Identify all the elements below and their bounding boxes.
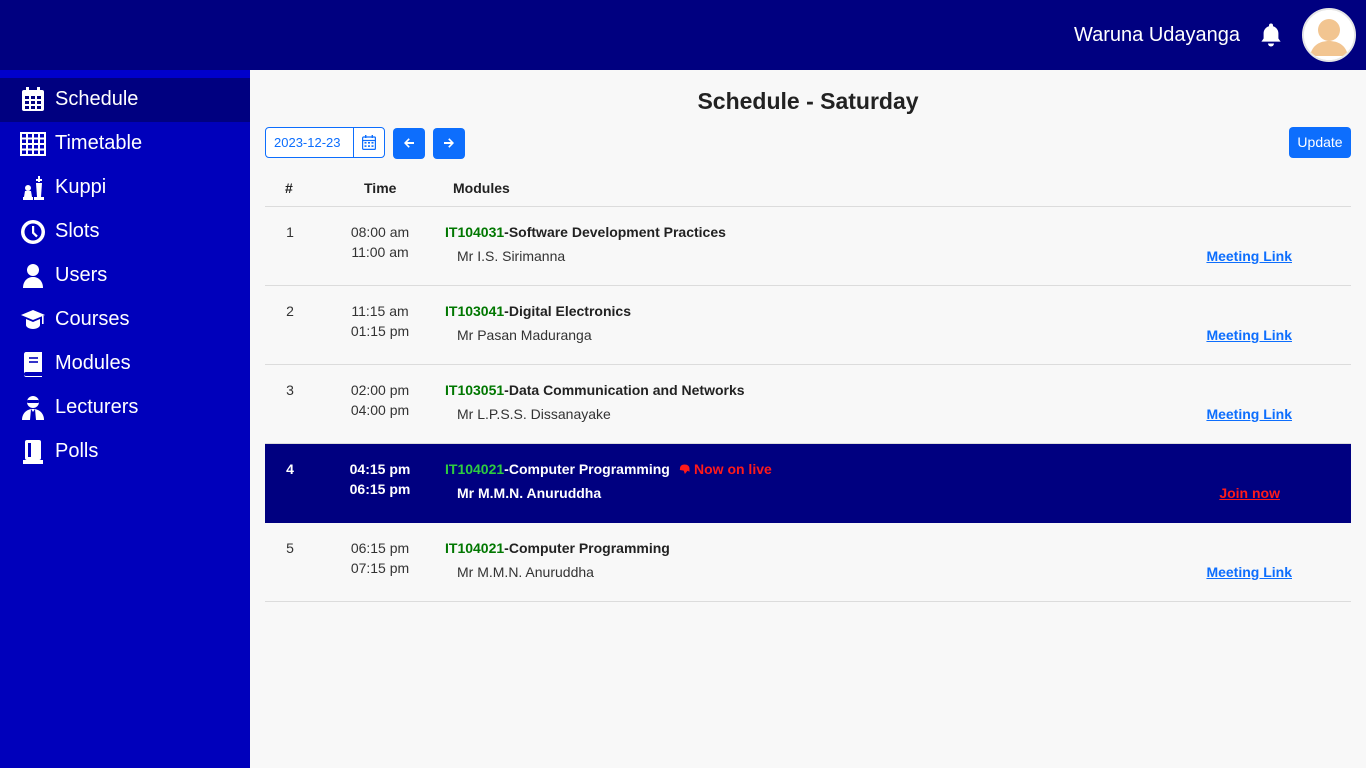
module-name: -Computer Programming — [504, 540, 670, 556]
clock-icon — [20, 219, 46, 245]
end-time: 06:15 pm — [349, 481, 411, 497]
live-broadcast-icon — [679, 464, 690, 474]
sidebar-item-polls[interactable]: Polls — [0, 430, 250, 474]
module-code: IT103051 — [445, 382, 505, 398]
sidebar-item-lecturers[interactable]: Lecturers — [0, 386, 250, 430]
module-code: IT104021 — [445, 461, 505, 477]
module-name: -Software Development Practices — [504, 224, 726, 240]
module-title: IT103041-Digital Electronics — [445, 303, 631, 319]
calendar-icon[interactable] — [362, 135, 377, 150]
chess-icon — [20, 175, 46, 201]
live-status-badge: Now on live — [678, 461, 772, 477]
start-time: 08:00 am — [350, 224, 410, 240]
sidebar-item-users[interactable]: Users — [0, 254, 250, 298]
module-title: IT104021-Computer Programming — [445, 461, 670, 477]
row-number: 1 — [286, 224, 294, 240]
sidebar-item-label: Users — [55, 264, 108, 286]
top-header: Waruna Udayanga — [0, 0, 1366, 70]
schedule-row-live: 4 04:15 pm 06:15 pm IT104021-Computer Pr… — [265, 444, 1351, 523]
lecturer-name: Mr L.P.S.S. Dissanayake — [457, 406, 611, 422]
bell-icon[interactable] — [1259, 22, 1283, 48]
end-time: 11:00 am — [351, 244, 409, 260]
sidebar-item-timetable[interactable]: Timetable — [0, 122, 250, 166]
meeting-link[interactable]: Meeting Link — [1206, 406, 1292, 422]
module-name: -Data Communication and Networks — [504, 382, 745, 398]
join-now-link[interactable]: Join now — [1219, 485, 1280, 501]
row-number: 4 — [286, 461, 294, 477]
sidebar-item-courses[interactable]: Courses — [0, 298, 250, 342]
sidebar-item-label: Timetable — [55, 132, 143, 154]
graduation-cap-icon — [20, 307, 46, 333]
schedule-row: 3 02:00 pm 04:00 pm IT103051-Data Commun… — [265, 365, 1351, 444]
arrow-left-icon — [404, 138, 414, 148]
column-header-number: # — [285, 180, 293, 196]
sidebar-top-strip — [0, 70, 250, 78]
end-time: 07:15 pm — [350, 560, 410, 576]
row-number: 5 — [286, 540, 294, 556]
sidebar-item-slots[interactable]: Slots — [0, 210, 250, 254]
sidebar-item-label: Courses — [55, 308, 130, 330]
user-name[interactable]: Waruna Udayanga — [1074, 24, 1240, 47]
sidebar-item-label: Kuppi — [55, 176, 107, 198]
sidebar-item-label: Modules — [55, 352, 131, 374]
lecturer-name: Mr M.M.N. Anuruddha — [457, 485, 602, 501]
sidebar: Schedule Timetable Kuppi Slots Users Cou… — [0, 70, 250, 768]
start-time: 02:00 pm — [350, 382, 410, 398]
arrow-right-icon — [444, 138, 454, 148]
sidebar-item-label: Slots — [55, 220, 100, 242]
sidebar-item-label: Schedule — [55, 88, 139, 110]
date-divider — [353, 128, 354, 157]
schedule-row: 5 06:15 pm 07:15 pm IT104021-Computer Pr… — [265, 523, 1351, 602]
column-header-time: Time — [364, 180, 397, 196]
schedule-row: 1 08:00 am 11:00 am IT104031-Software De… — [265, 207, 1351, 286]
end-time: 01:15 pm — [350, 323, 410, 339]
user-avatar-icon[interactable] — [1302, 8, 1356, 62]
start-time: 11:15 am — [351, 303, 409, 319]
user-icon — [20, 263, 46, 289]
lecturer-name: Mr I.S. Sirimanna — [457, 248, 566, 264]
module-title: IT104021-Computer Programming — [445, 540, 670, 556]
grid-icon — [20, 131, 46, 157]
next-day-button[interactable] — [433, 128, 465, 159]
meeting-link[interactable]: Meeting Link — [1206, 248, 1292, 264]
meeting-link[interactable]: Meeting Link — [1206, 564, 1292, 580]
schedule-row: 2 11:15 am 01:15 pm IT103041-Digital Ele… — [265, 286, 1351, 365]
update-button[interactable]: Update — [1289, 127, 1351, 158]
module-code: IT104021 — [445, 540, 505, 556]
calendar-icon — [20, 87, 46, 113]
start-time: 04:15 pm — [349, 461, 411, 477]
module-title: IT103051-Data Communication and Networks — [445, 382, 745, 398]
date-input[interactable]: 2023-12-23 — [274, 135, 341, 150]
module-name: -Computer Programming — [504, 461, 670, 477]
book-icon — [20, 351, 46, 377]
lecturer-name: Mr Pasan Maduranga — [457, 327, 592, 343]
date-picker[interactable]: 2023-12-23 — [265, 127, 385, 158]
end-time: 04:00 pm — [350, 402, 410, 418]
module-name: -Digital Electronics — [504, 303, 631, 319]
row-number: 2 — [286, 303, 294, 319]
module-code: IT103041 — [445, 303, 505, 319]
sidebar-item-modules[interactable]: Modules — [0, 342, 250, 386]
module-code: IT104031 — [445, 224, 505, 240]
sidebar-item-label: Polls — [55, 440, 99, 462]
previous-day-button[interactable] — [393, 128, 425, 159]
lecturer-name: Mr M.M.N. Anuruddha — [457, 564, 594, 580]
meeting-link[interactable]: Meeting Link — [1206, 327, 1292, 343]
row-number: 3 — [286, 382, 294, 398]
module-title: IT104031-Software Development Practices — [445, 224, 726, 240]
live-status-text: Now on live — [694, 461, 772, 477]
sidebar-item-schedule[interactable]: Schedule — [0, 78, 250, 122]
column-header-modules: Modules — [453, 180, 510, 196]
sidebar-item-kuppi[interactable]: Kuppi — [0, 166, 250, 210]
sidebar-item-label: Lecturers — [55, 396, 139, 418]
lecturer-icon — [20, 395, 46, 421]
poll-box-icon — [20, 439, 46, 465]
start-time: 06:15 pm — [350, 540, 410, 556]
main-content: Schedule - Saturday 2023-12-23 Update # … — [250, 70, 1366, 768]
page-title: Schedule - Saturday — [697, 88, 919, 114]
